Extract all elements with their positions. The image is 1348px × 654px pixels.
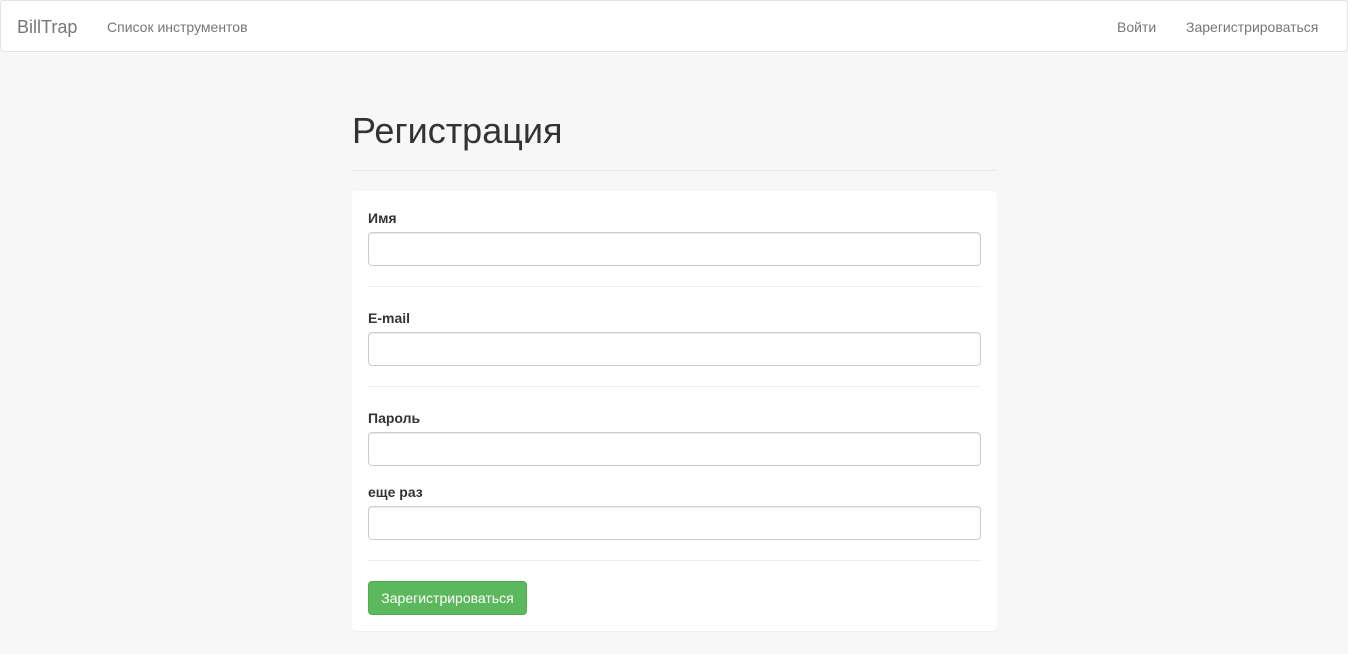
email-label: E-mail <box>368 310 411 326</box>
nav-login-link[interactable]: Войти <box>1117 18 1156 36</box>
top-navbar: BillTrap Список инструментов Войти Зарег… <box>0 0 1348 52</box>
name-input[interactable] <box>368 232 981 266</box>
page-title: Регистрация <box>352 110 563 151</box>
form-divider <box>368 560 981 561</box>
nav-register-link[interactable]: Зарегистрироваться <box>1186 18 1318 36</box>
registration-form: Имя E-mail Пароль еще раз Зарегистрирова… <box>352 191 997 631</box>
password-repeat-input[interactable] <box>368 506 981 540</box>
brand-link[interactable]: BillTrap <box>17 16 77 38</box>
register-button[interactable]: Зарегистрироваться <box>368 581 527 615</box>
form-divider <box>368 386 981 387</box>
name-label: Имя <box>368 210 397 226</box>
password-input[interactable] <box>368 432 981 466</box>
email-input[interactable] <box>368 332 981 366</box>
password-label: Пароль <box>368 410 421 426</box>
nav-tools-link[interactable]: Список инструментов <box>107 18 248 36</box>
form-divider <box>368 286 981 287</box>
password-repeat-label: еще раз <box>368 484 423 500</box>
title-divider <box>352 170 997 171</box>
